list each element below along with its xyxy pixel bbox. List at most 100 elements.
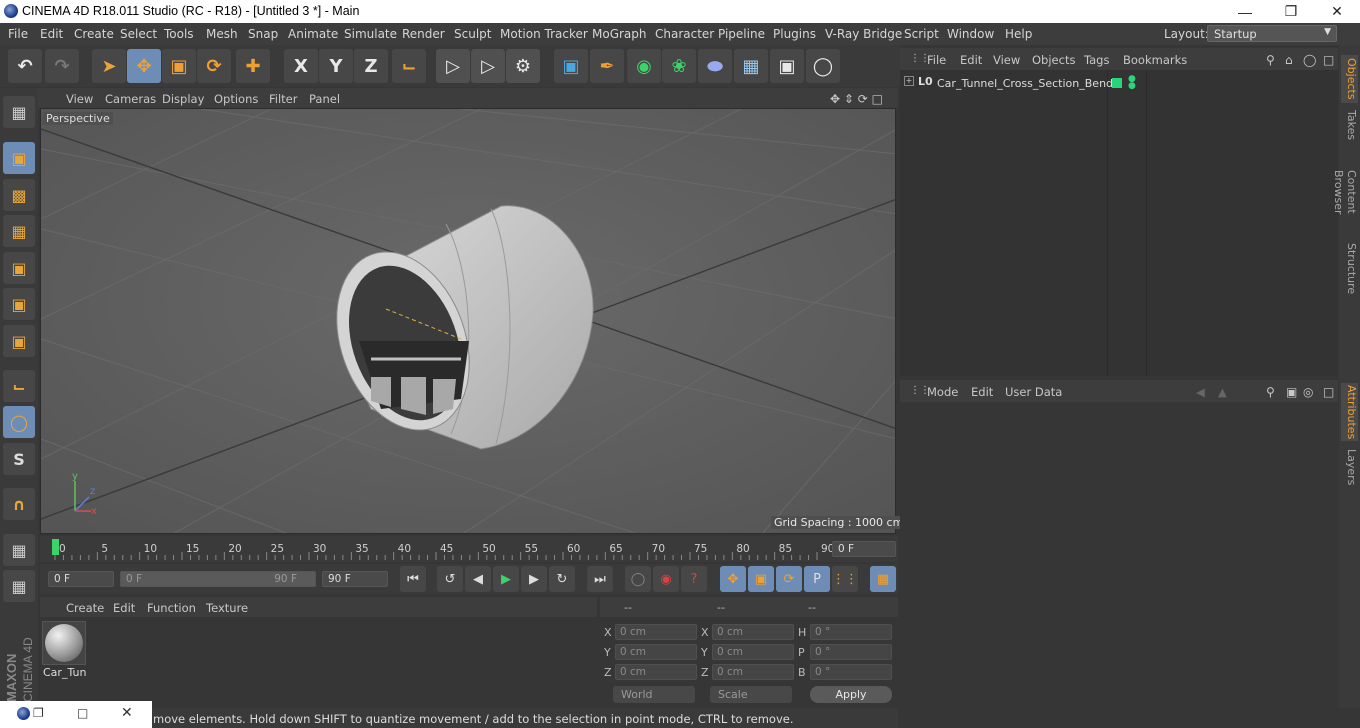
search-icon[interactable]: ⚲ [1266, 53, 1275, 67]
menu-mograph[interactable]: MoGraph [592, 27, 647, 41]
timeline-ruler[interactable]: 0 5 10 15 20 25 30 35 40 45 50 55 60 65 70 75 80 85 90 0 F [40, 536, 898, 562]
material-name[interactable]: Car_Tun [43, 666, 86, 679]
key-scale-button[interactable]: ▣ [748, 566, 774, 592]
size-x-field[interactable]: 0 cm [712, 624, 794, 640]
menu-mesh[interactable]: Mesh [206, 27, 238, 41]
tab-structure[interactable]: Structure [1341, 243, 1358, 295]
live-selection-button[interactable]: ➤ [92, 49, 126, 83]
playhead[interactable] [52, 539, 59, 555]
forward-arrow-icon[interactable]: ▲ [1218, 385, 1227, 399]
object-menu-tags[interactable]: Tags [1084, 53, 1109, 67]
render-settings-button[interactable]: ⚙ [506, 49, 540, 83]
start-frame-field[interactable]: 0 F [48, 571, 114, 587]
go-to-start-button[interactable]: ⏮ [400, 566, 426, 592]
close-icon[interactable]: ✕ [1314, 0, 1360, 23]
maximize-icon[interactable]: □ [77, 706, 88, 720]
y-axis-button[interactable]: Y [319, 49, 353, 83]
scale-tool-button[interactable]: ▣ [162, 49, 196, 83]
menu-render[interactable]: Render [402, 27, 445, 41]
apply-button[interactable]: Apply [810, 686, 892, 703]
menu-window[interactable]: Window [947, 27, 994, 41]
viewport-menu-display[interactable]: Display [162, 92, 204, 106]
viewport-menu-view[interactable]: View [66, 92, 93, 106]
target-icon[interactable]: ◎ [1303, 385, 1313, 399]
pos-x-field[interactable]: 0 cm [615, 624, 697, 640]
object-name[interactable]: Car_Tunnel_Cross_Section_Bend [937, 77, 1113, 90]
make-editable-button[interactable]: ▦ [3, 96, 35, 128]
current-frame-field[interactable]: 0 F [832, 541, 896, 557]
menu-pipeline[interactable]: Pipeline [718, 27, 765, 41]
menu-simulate[interactable]: Simulate [344, 27, 397, 41]
timeline-window-button[interactable]: ▦ [870, 566, 896, 592]
tweak-mode-button[interactable]: ◯ [3, 406, 35, 438]
restore-icon[interactable]: ❐ [1268, 0, 1314, 23]
workplane-align-button[interactable]: ▦ [3, 570, 35, 602]
menu-plugins[interactable]: Plugins [773, 27, 816, 41]
menu-sculpt[interactable]: Sculpt [454, 27, 491, 41]
rotate-tool-button[interactable]: ⟳ [197, 49, 231, 83]
restore-icon[interactable]: ❐ [33, 706, 44, 720]
menu-select[interactable]: Select [120, 27, 157, 41]
polygons-mode-button[interactable]: ▣ [3, 325, 35, 357]
undo-button[interactable]: ↶ [8, 49, 42, 83]
attribute-menu-mode[interactable]: Mode [927, 385, 958, 399]
next-frame-button[interactable]: ▶ [521, 566, 547, 592]
tab-objects[interactable]: Objects [1341, 55, 1358, 103]
attribute-menu-user-data[interactable]: User Data [1005, 385, 1062, 399]
tab-attributes[interactable]: Attributes [1341, 383, 1358, 441]
viewport-menu-options[interactable]: Options [214, 92, 258, 106]
end-frame-field[interactable]: 90 F [322, 571, 388, 587]
menu-character[interactable]: Character [655, 27, 714, 41]
camera-button[interactable]: ▣ [770, 49, 804, 83]
tab-layers[interactable]: Layers [1341, 447, 1358, 487]
previous-frame-button[interactable]: ◀ [465, 566, 491, 592]
object-row[interactable]: + L0 Car_Tunnel_Cross_Section_Bend [904, 75, 1113, 92]
menu-motion-tracker[interactable]: Motion Tracker [500, 27, 588, 41]
key-rotation-button[interactable]: ⟳ [776, 566, 802, 592]
snap-button[interactable]: ∩ [3, 488, 35, 520]
menu-file[interactable]: File [8, 27, 28, 41]
pen-spline-button[interactable]: ✒ [590, 49, 624, 83]
preview-range-slider[interactable]: 0 F 90 F [120, 571, 316, 587]
menu-animate[interactable]: Animate [288, 27, 338, 41]
x-axis-button[interactable]: X [284, 49, 318, 83]
next-key-button[interactable]: ↻ [549, 566, 575, 592]
floor-button[interactable]: ▦ [734, 49, 768, 83]
workplane-lock-button[interactable]: ▦ [3, 534, 35, 566]
3d-viewport[interactable]: y z x [40, 108, 896, 534]
material-menu-texture[interactable]: Texture [206, 601, 248, 615]
viewport-navigation-icons[interactable]: ✥ ⇕ ⟳ □ [830, 92, 883, 106]
go-to-end-button[interactable]: ⏭ [587, 566, 613, 592]
search-icon[interactable]: ⚲ [1266, 385, 1275, 399]
expand-icon[interactable]: + [904, 76, 914, 86]
close-icon[interactable]: ✕ [121, 705, 133, 721]
play-button[interactable]: ▶ [493, 566, 519, 592]
transform-tool-button[interactable]: ✚ [236, 49, 270, 83]
model-mode-button[interactable]: ▣ [3, 142, 35, 174]
material-menu-edit[interactable]: Edit [113, 601, 135, 615]
material-menu-create[interactable]: Create [66, 601, 104, 615]
material-menu-function[interactable]: Function [147, 601, 196, 615]
viewport-menu-panel[interactable]: Panel [309, 92, 340, 106]
render-view-button[interactable]: ▷ [436, 49, 470, 83]
rot-b-field[interactable]: 0 ° [810, 664, 892, 680]
coordinate-mode-select[interactable]: World [613, 686, 695, 703]
home-icon[interactable]: ⌂ [1285, 53, 1293, 67]
minimize-icon[interactable]: — [1222, 0, 1268, 23]
eye-icon[interactable]: ◯ [1303, 53, 1316, 67]
rot-h-field[interactable]: 0 ° [810, 624, 892, 640]
size-z-field[interactable]: 0 cm [712, 664, 794, 680]
object-menu-edit[interactable]: Edit [960, 53, 982, 67]
record-keys-button[interactable]: ◯ [625, 566, 651, 592]
texture-mode-button[interactable]: ▩ [3, 179, 35, 211]
cloner-button[interactable]: ❀ [662, 49, 696, 83]
pos-z-field[interactable]: 0 cm [615, 664, 697, 680]
object-menu-objects[interactable]: Objects [1032, 53, 1075, 67]
key-pla-button[interactable]: ⋮⋮ [832, 566, 858, 592]
edges-mode-button[interactable]: ▣ [3, 288, 35, 320]
redo-button[interactable]: ↷ [45, 49, 79, 83]
menu-edit[interactable]: Edit [40, 27, 63, 41]
material-swatch[interactable] [42, 621, 86, 665]
back-arrow-icon[interactable]: ◀ [1196, 385, 1205, 399]
z-axis-button[interactable]: Z [354, 49, 388, 83]
